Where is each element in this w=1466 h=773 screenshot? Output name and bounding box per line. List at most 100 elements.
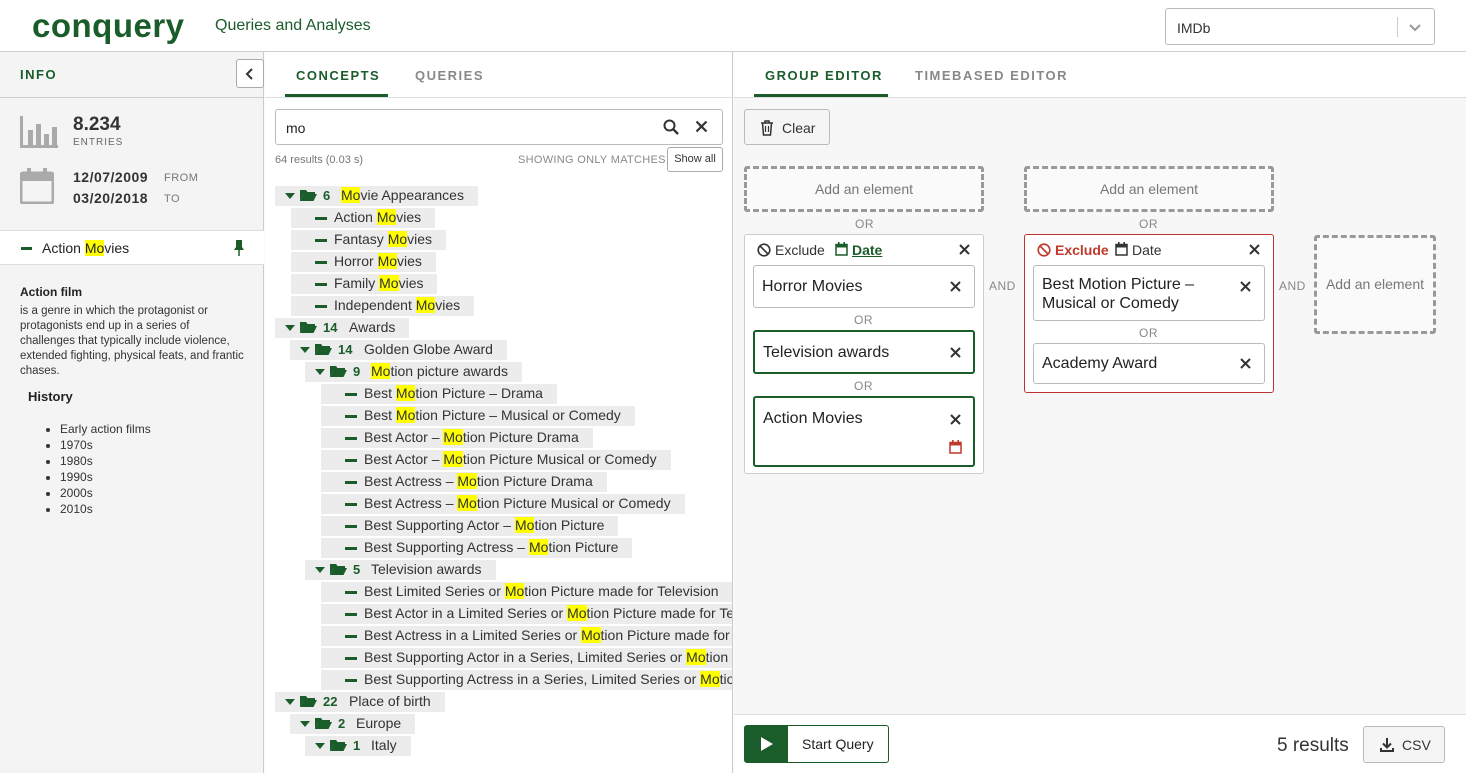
tree-leaf-row[interactable]: Best Motion Picture – Drama bbox=[321, 384, 557, 404]
tree-folder-row[interactable]: 5 Television awards bbox=[305, 560, 496, 580]
concept-dash-icon bbox=[345, 657, 357, 660]
tree-leaf-row[interactable]: Best Supporting Actress in a Series, Lim… bbox=[321, 670, 732, 690]
concept-dash-icon bbox=[315, 305, 327, 308]
pin-icon[interactable] bbox=[233, 240, 245, 256]
divider bbox=[0, 97, 264, 98]
select-separator bbox=[1397, 17, 1398, 37]
tree-leaf-row[interactable]: Independent Movies bbox=[291, 296, 474, 316]
selected-concept-label: Action Movies bbox=[42, 240, 130, 256]
caret-down-icon[interactable] bbox=[300, 347, 310, 353]
caret-down-icon[interactable] bbox=[285, 193, 295, 199]
tab-timebased-editor[interactable]: TIMEBASED EDITOR bbox=[915, 68, 1068, 83]
concept-dash-icon bbox=[345, 415, 357, 418]
tree-folder-row[interactable]: 1 Italy bbox=[305, 736, 411, 756]
collapse-pane-button[interactable] bbox=[236, 59, 264, 88]
tree-leaf-row[interactable]: Action Movies bbox=[291, 208, 435, 228]
add-element-drop-zone[interactable]: Add an element bbox=[744, 166, 984, 212]
add-element-drop-zone[interactable]: Add an element bbox=[1024, 166, 1274, 212]
exclude-toggle[interactable]: Exclude bbox=[1055, 242, 1109, 258]
tab-concepts[interactable]: CONCEPTS bbox=[296, 68, 380, 83]
ban-icon[interactable] bbox=[1037, 243, 1051, 257]
chevron-down-icon[interactable] bbox=[1407, 19, 1423, 35]
tree-folder-row[interactable]: 2 Europe bbox=[290, 714, 415, 734]
query-node[interactable]: Academy Award bbox=[1033, 343, 1265, 384]
tree-label: Independent Movies bbox=[334, 297, 461, 313]
caret-down-icon[interactable] bbox=[315, 743, 325, 749]
selected-concept[interactable]: Action Movies bbox=[0, 230, 264, 265]
query-group[interactable]: Exclude Date Best Motion Picture – Music… bbox=[1024, 234, 1274, 393]
caret-down-icon[interactable] bbox=[300, 721, 310, 727]
close-icon[interactable] bbox=[950, 414, 961, 425]
concept-dash-icon bbox=[345, 591, 357, 594]
query-node[interactable]: Horror Movies bbox=[753, 265, 975, 308]
tree-folder-row[interactable]: 14 Golden Globe Award bbox=[290, 340, 507, 360]
close-icon[interactable] bbox=[695, 120, 708, 133]
calendar-icon bbox=[1115, 242, 1128, 256]
caret-down-icon[interactable] bbox=[285, 325, 295, 331]
tree-leaf-row[interactable]: Best Motion Picture – Musical or Comedy bbox=[321, 406, 635, 426]
tree-leaf-row[interactable]: Best Supporting Actress – Motion Picture bbox=[321, 538, 632, 558]
query-group[interactable]: Exclude Date Horror Movies OR Television… bbox=[744, 234, 984, 474]
tree-leaf-row[interactable]: Best Actor – Motion Picture Musical or C… bbox=[321, 450, 671, 470]
calendar-icon[interactable] bbox=[949, 440, 962, 454]
query-node[interactable]: Best Motion Picture – Musical or Comedy bbox=[1033, 265, 1265, 321]
tree-folder-row[interactable]: 6 Movie Appearances bbox=[275, 186, 478, 206]
close-icon[interactable] bbox=[959, 244, 970, 255]
caret-down-icon[interactable] bbox=[315, 567, 325, 573]
tree-leaf-row[interactable]: Best Supporting Actor in a Series, Limit… bbox=[321, 648, 732, 668]
tree-label: Best Actor in a Limited Series or Motion… bbox=[364, 605, 733, 621]
results-count: 5 results bbox=[1277, 735, 1349, 756]
date-to: 03/20/2018 bbox=[73, 190, 149, 206]
close-icon[interactable] bbox=[1240, 281, 1251, 292]
add-element-drop-zone[interactable]: Add an element bbox=[1314, 235, 1436, 334]
trash-icon bbox=[761, 120, 773, 136]
tree-leaf-row[interactable]: Best Actress – Motion Picture Drama bbox=[321, 472, 607, 492]
tab-queries[interactable]: QUERIES bbox=[415, 68, 484, 83]
tree-label: Best Actor – Motion Picture Drama bbox=[364, 429, 579, 445]
tab-group-editor[interactable]: GROUP EDITOR bbox=[765, 68, 883, 83]
date-toggle[interactable]: Date bbox=[1132, 242, 1162, 258]
exclude-toggle[interactable]: Exclude bbox=[775, 242, 825, 258]
tree-leaf-row[interactable]: Best Actress in a Limited Series or Moti… bbox=[321, 626, 732, 646]
concept-search-input[interactable]: mo bbox=[275, 109, 723, 145]
tree-leaf-row[interactable]: Family Movies bbox=[291, 274, 437, 294]
clear-button[interactable]: Clear bbox=[744, 109, 830, 145]
folder-open-icon bbox=[300, 321, 317, 334]
concept-dash-icon bbox=[345, 393, 357, 396]
close-icon[interactable] bbox=[950, 281, 961, 292]
show-all-button[interactable]: Show all bbox=[667, 147, 723, 172]
query-node[interactable]: Action Movies bbox=[753, 396, 975, 467]
child-count: 1 bbox=[353, 738, 361, 753]
ban-icon[interactable] bbox=[757, 243, 771, 257]
tree-leaf-row[interactable]: Fantasy Movies bbox=[291, 230, 446, 250]
tree-leaf-row[interactable]: Best Actor in a Limited Series or Motion… bbox=[321, 604, 733, 624]
tree-folder-row[interactable]: 22 Place of birth bbox=[275, 692, 445, 712]
tree-folder-row[interactable]: 9 Motion picture awards bbox=[305, 362, 522, 382]
close-icon[interactable] bbox=[1249, 244, 1260, 255]
tree-leaf-row[interactable]: Best Actor – Motion Picture Drama bbox=[321, 428, 593, 448]
start-query-button[interactable]: Start Query bbox=[744, 725, 889, 763]
tree-folder-row[interactable]: 14 Awards bbox=[275, 318, 409, 338]
dataset-select[interactable]: IMDb bbox=[1165, 8, 1435, 45]
tree-label: Best Supporting Actress – Motion Picture bbox=[364, 539, 619, 555]
date-toggle[interactable]: Date bbox=[852, 242, 882, 258]
tree-label: Best Supporting Actor in a Series, Limit… bbox=[364, 649, 732, 665]
tree-leaf-row[interactable]: Horror Movies bbox=[291, 252, 436, 272]
tree-leaf-row[interactable]: Best Limited Series or Motion Picture ma… bbox=[321, 582, 732, 602]
tree-leaf-row[interactable]: Best Actress – Motion Picture Musical or… bbox=[321, 494, 685, 514]
csv-download-button[interactable]: CSV bbox=[1363, 726, 1445, 763]
close-icon[interactable] bbox=[1240, 358, 1251, 369]
caret-down-icon[interactable] bbox=[285, 699, 295, 705]
tree-label: Best Actress – Motion Picture Musical or… bbox=[364, 495, 671, 511]
tree-leaf-row[interactable]: Best Supporting Actor – Motion Picture bbox=[321, 516, 618, 536]
chevron-left-icon bbox=[245, 68, 253, 80]
download-icon bbox=[1380, 738, 1394, 752]
caret-down-icon[interactable] bbox=[315, 369, 325, 375]
entries-label: ENTRIES bbox=[73, 137, 124, 148]
or-label: OR bbox=[855, 217, 874, 231]
or-label: OR bbox=[854, 379, 873, 393]
close-icon[interactable] bbox=[950, 347, 961, 358]
search-icon[interactable] bbox=[663, 119, 679, 135]
folder-open-icon bbox=[300, 695, 317, 708]
query-node[interactable]: Television awards bbox=[753, 330, 975, 374]
